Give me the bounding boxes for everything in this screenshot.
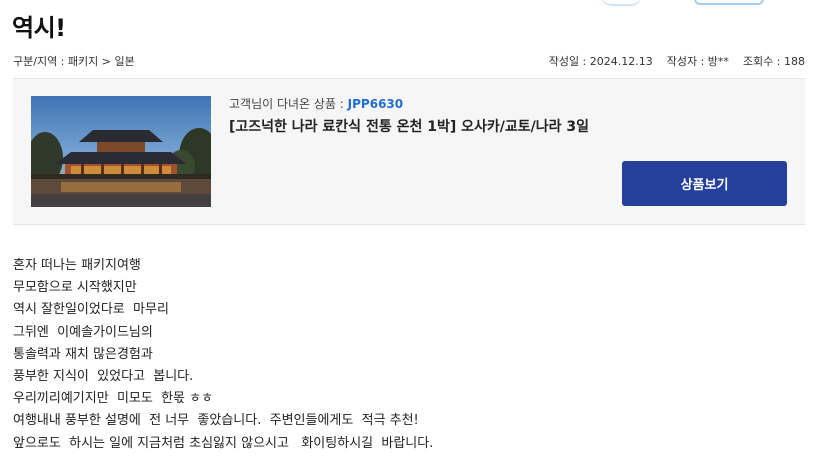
body-line: 우리끼리예기지만 미모도 한몫 ㅎㅎ [13,391,214,407]
product-code-label: 고객님이 다녀온 상품 : [229,97,348,111]
body-line: 무모함으로 시작했지만 [13,280,137,296]
header-decoration [600,0,642,6]
product-card: 고객님이 다녀온 상품 : JPP6630 [고즈넉한 나라 료칸식 전통 온천… [13,78,805,225]
post-category: 구분/지역 : 패키지 > 일본 [13,55,135,68]
post-title: 역시! [12,14,66,42]
body-line: 역시 잘한일이었다로 마무리 [13,302,169,318]
view-product-button[interactable]: 상품보기 [622,161,787,206]
body-line: 혼자 떠나는 패키지여행 [13,258,141,273]
body-line: 여행내내 풍부한 설명에 전 너무 좋았습니다. 주변인들에게도 적극 추천! [13,413,419,429]
body-line: 통솔력과 재치 많은경험과 [13,346,153,362]
product-name[interactable]: [고즈넉한 나라 료칸식 전통 온천 1박] 오사카/교토/나라 3일 [229,116,589,136]
post-body: 혼자 떠나는 패키지여행 무모함으로 시작했지만 역시 잘한일이었다로 마무리 … [13,255,433,455]
product-code[interactable]: JPP6630 [348,97,403,111]
post-views: 조회수 : 188 [742,55,805,68]
product-thumbnail[interactable] [31,96,211,207]
body-line: 풍부한 지식이 있었다고 봅니다. [13,369,194,385]
post-date: 작성일 : 2024.12.13 [548,55,653,68]
post-author: 작성자 : 방** [666,55,729,68]
header-button-edge[interactable] [694,0,764,5]
product-code-line: 고객님이 다녀온 상품 : JPP6630 [229,95,403,112]
body-line: 앞으로도 하시는 일에 지금처럼 초심잃지 않으시고 화이팅하시길 바랍니다. [13,435,434,451]
body-line: 그뒤엔 이예솔가이드님의 [13,324,153,340]
post-meta: 작성일 : 2024.12.13 작성자 : 방** 조회수 : 188 [535,53,805,69]
